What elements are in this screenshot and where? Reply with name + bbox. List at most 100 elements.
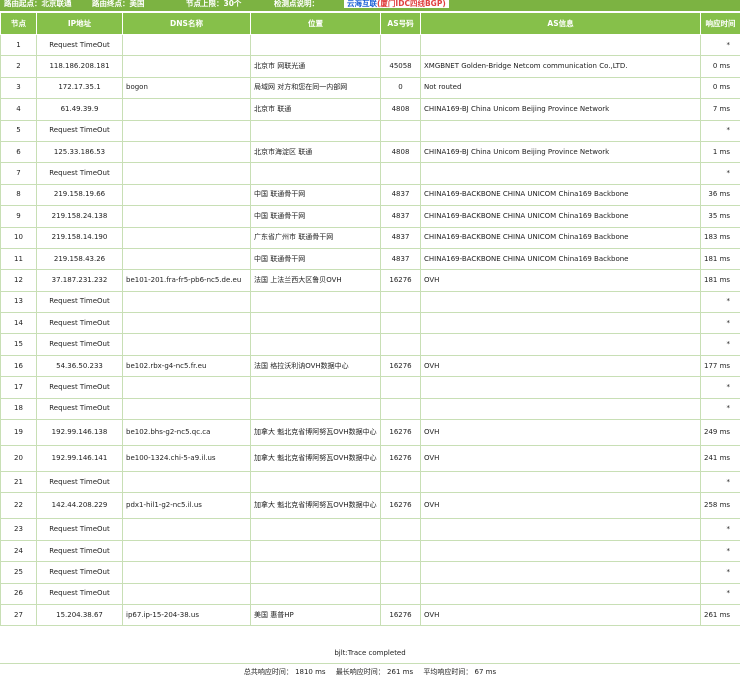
ip-address: 142.44.208.229 (36, 492, 123, 520)
as-info (420, 312, 701, 335)
response-time: * (700, 539, 740, 563)
response-time: * (700, 471, 740, 494)
hop-number: 25 (0, 561, 37, 584)
hop-number: 2 (0, 55, 37, 78)
hop-number: 24 (0, 539, 37, 563)
hop-number: 20 (0, 445, 37, 473)
as-info: XMGBNET Golden-Bridge Netcom communicati… (420, 55, 701, 78)
response-time: 181 ms (700, 247, 740, 271)
hop-number: 21 (0, 471, 37, 494)
table-row: 5 Request TimeOut * (0, 119, 740, 142)
ip-address: Request TimeOut (36, 312, 123, 335)
as-number (380, 539, 421, 563)
as-number (380, 582, 421, 605)
location: 加拿大 魁北克省博阿努瓦OVH数据中心 (250, 445, 381, 473)
response-time: * (700, 582, 740, 605)
as-number (380, 471, 421, 494)
col-asn: AS号码 (380, 12, 421, 35)
response-summary: 总共响应时间： 1810 ms 最长响应时间： 261 ms 平均响应时间： 6… (0, 664, 740, 681)
as-number: 45058 (380, 55, 421, 78)
location (250, 518, 381, 541)
table-row: 14 Request TimeOut * (0, 312, 740, 335)
as-info (420, 333, 701, 356)
monitor-label: 检测点说明： (274, 0, 319, 8)
as-number (380, 312, 421, 335)
location: 北京市 网联光通 (250, 55, 381, 78)
as-info (420, 471, 701, 494)
ip-address: 219.158.24.138 (36, 205, 123, 228)
table-row: 23 Request TimeOut * (0, 518, 740, 541)
ip-address: 125.33.186.53 (36, 140, 123, 164)
response-time: * (700, 33, 740, 57)
avg-response-time: 平均响应时间： 67 ms (423, 668, 497, 676)
col-as-info: AS信息 (420, 12, 701, 35)
table-row: 6 125.33.186.53 北京市海淀区 联通 4808 CHINA169-BJ C… (0, 140, 740, 164)
hop-number: 18 (0, 397, 37, 421)
ip-address: Request TimeOut (36, 119, 123, 142)
location: 法国 上法兰西大区鲁贝OVH (250, 269, 381, 292)
dns-name (122, 55, 251, 78)
location: 广东省广州市 联通骨干网 (250, 226, 381, 249)
table-row: 21 Request TimeOut * (0, 471, 740, 494)
location (250, 397, 381, 421)
table-row: 15 Request TimeOut * (0, 333, 740, 356)
hop-number: 12 (0, 269, 37, 292)
as-number (380, 333, 421, 356)
monitor-point-link[interactable]: 云海互联(厦门IDC四线BGP) (344, 0, 449, 8)
response-time: 241 ms (700, 445, 740, 473)
dns-name (122, 140, 251, 164)
as-number: 16276 (380, 492, 421, 520)
location: 中国 联通骨干网 (250, 205, 381, 228)
hop-number: 9 (0, 205, 37, 228)
monitor-point-detail: (厦门IDC四线BGP) (377, 0, 446, 8)
as-number: 16276 (380, 603, 421, 627)
hop-number: 5 (0, 119, 37, 142)
as-info (420, 397, 701, 421)
response-time: * (700, 162, 740, 185)
ip-address: Request TimeOut (36, 376, 123, 399)
as-info: OVH (420, 269, 701, 292)
as-number: 16276 (380, 419, 421, 447)
response-time: 181 ms (700, 269, 740, 292)
dns-name (122, 312, 251, 335)
dns-name (122, 119, 251, 142)
location: 美国 惠普HP (250, 603, 381, 627)
location: 北京市 联通 (250, 98, 381, 121)
dns-name (122, 226, 251, 249)
dns-name: bogon (122, 76, 251, 100)
response-time: 1 ms (700, 140, 740, 164)
location (250, 119, 381, 142)
hop-number: 4 (0, 98, 37, 121)
response-time: * (700, 376, 740, 399)
location: 北京市海淀区 联通 (250, 140, 381, 164)
response-time: * (700, 397, 740, 421)
as-number: 4808 (380, 98, 421, 121)
table-row: 17 Request TimeOut * (0, 376, 740, 399)
hop-number: 19 (0, 419, 37, 447)
ip-address: 219.158.19.66 (36, 183, 123, 207)
monitor-point-name: 云海互联 (347, 0, 377, 8)
response-time: 0 ms (700, 55, 740, 78)
table-row: 26 Request TimeOut * (0, 582, 740, 605)
location: 中国 联通骨干网 (250, 247, 381, 271)
ip-address: 192.99.146.138 (36, 419, 123, 447)
dns-name (122, 183, 251, 207)
hop-number: 14 (0, 312, 37, 335)
as-number (380, 33, 421, 57)
table-row: 19 192.99.146.138 be102.bhs-g2-nc5.qc.ca 加拿… (0, 419, 740, 447)
response-time: 35 ms (700, 205, 740, 228)
as-number: 0 (380, 76, 421, 100)
dns-name (122, 582, 251, 605)
route-origin: 路由起点：北京联通 (4, 0, 72, 8)
hop-number: 16 (0, 354, 37, 378)
as-info: CHINA169-BACKBONE CHINA UNICOM China169 … (420, 183, 701, 207)
table-row: 20 192.99.146.141 be100-1324.chi-5-a9.il.u… (0, 445, 740, 473)
hop-number: 23 (0, 518, 37, 541)
response-time: 258 ms (700, 492, 740, 520)
hop-number: 17 (0, 376, 37, 399)
as-info (420, 582, 701, 605)
table-row: 3 172.17.35.1 bogon 局域网 对方和您在同一内部网 0 Not rout… (0, 76, 740, 100)
ip-address: Request TimeOut (36, 397, 123, 421)
response-time: 261 ms (700, 603, 740, 627)
response-time: * (700, 518, 740, 541)
